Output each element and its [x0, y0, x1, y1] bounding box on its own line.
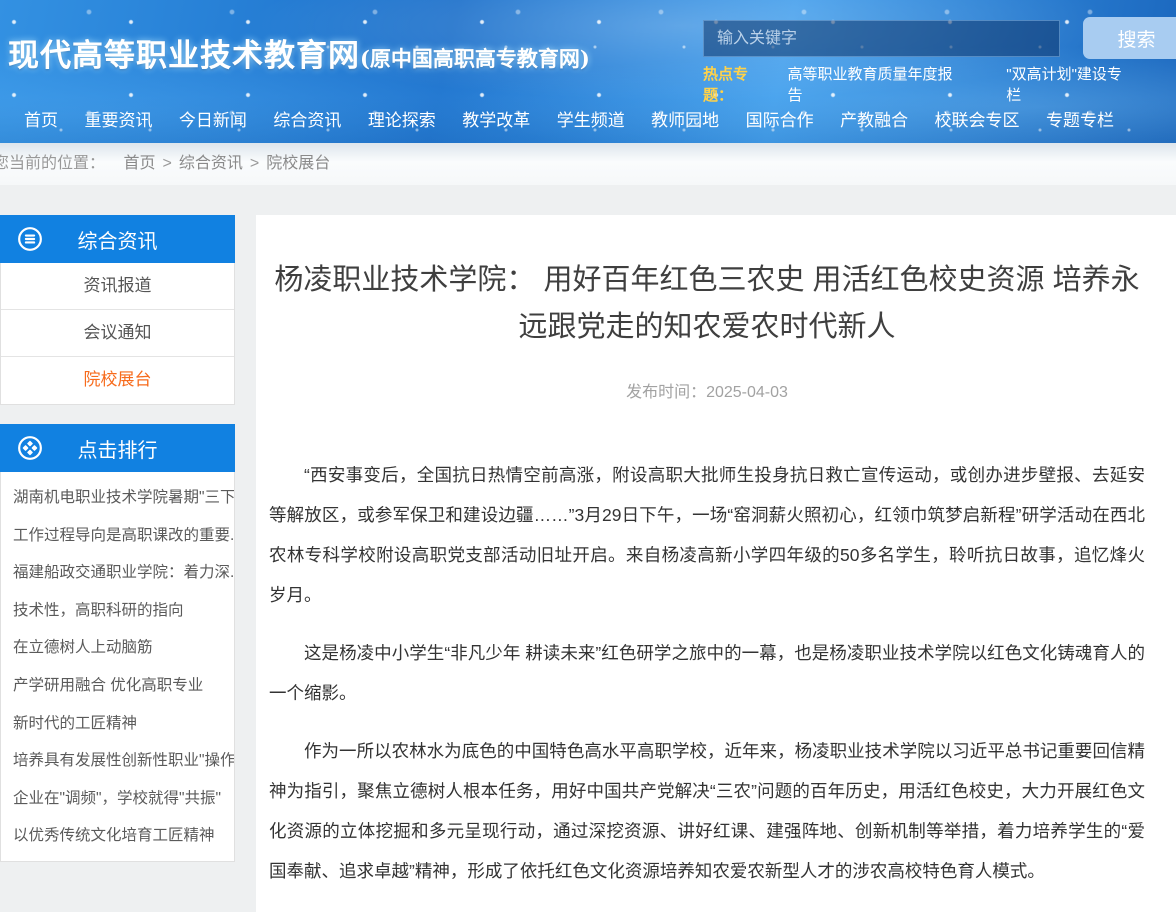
nav-item[interactable]: 首页 — [24, 106, 58, 131]
ranking-list-item[interactable]: 湖南机电职业技术学院暑期"三下... — [1, 479, 234, 517]
ranking-list-item[interactable]: 产学研用融合 优化高职专业 — [1, 667, 234, 705]
nav-item[interactable]: 重要资讯 — [84, 106, 152, 131]
breadcrumb-link[interactable]: 院校展台 — [266, 155, 330, 172]
article-paragraph: 这是杨凌中小学生“非凡少年 耕读未来”红色研学之旅中的一幕，也是杨凌职业技术学院… — [269, 633, 1145, 713]
site-logo-main: 现代高等职业技术教育网 — [8, 38, 360, 74]
article-publish-date: 发布时间：2025-04-03 — [269, 378, 1145, 402]
sidebar-menu-item[interactable]: 院校展台 — [1, 357, 234, 404]
sidebar-category-header: 综合资讯 — [0, 215, 235, 263]
sidebar: 综合资讯 资讯报道会议通知院校展台 点击排行 — [0, 215, 235, 881]
ranking-list-item[interactable]: 技术性，高职科研的指向 — [1, 592, 234, 630]
list-circle-icon — [17, 226, 43, 252]
sidebar-ranking-panel: 点击排行 湖南机电职业技术学院暑期"三下...工作过程导向是高职课改的重要...… — [0, 424, 235, 862]
nav-item[interactable]: 国际合作 — [746, 106, 814, 131]
sidebar-menu-item[interactable]: 会议通知 — [1, 310, 234, 357]
sidebar-category-panel: 综合资讯 资讯报道会议通知院校展台 — [0, 215, 235, 405]
breadcrumb-separator: > — [162, 155, 171, 172]
nav-item[interactable]: 产教融合 — [840, 106, 908, 131]
search-button[interactable]: 搜索 — [1083, 17, 1176, 59]
breadcrumb-separator: > — [250, 155, 259, 172]
sidebar-menu-item[interactable]: 资讯报道 — [1, 263, 234, 310]
nav-item[interactable]: 专题专栏 — [1046, 106, 1114, 131]
article-title: 杨凌职业技术学院： 用好百年红色三农史 用活红色校史资源 培养永远跟党走的知农爱… — [269, 257, 1145, 351]
ranking-list-item[interactable]: 在立德树人上动脑筋 — [1, 629, 234, 667]
nav-item[interactable]: 学生频道 — [557, 106, 625, 131]
ranking-list-item[interactable]: 福建船政交通职业学院：着力深... — [1, 554, 234, 592]
site-header: 现代高等职业技术教育网(原中国高职高专教育网) 搜索 热点专题： 高等职业教育质… — [0, 0, 1176, 143]
sidebar-category-list: 资讯报道会议通知院校展台 — [0, 263, 235, 405]
site-logo: 现代高等职业技术教育网(原中国高职高专教育网) — [8, 30, 590, 75]
search-input[interactable] — [703, 20, 1060, 57]
nav-item[interactable]: 理论探索 — [368, 106, 436, 131]
sidebar-ranking-header: 点击排行 — [0, 424, 235, 472]
page-body: 综合资讯 资讯报道会议通知院校展台 点击排行 — [0, 185, 1176, 912]
ranking-list-item[interactable]: 新时代的工匠精神 — [1, 705, 234, 743]
ranking-list-item[interactable]: 工作过程导向是高职课改的重要... — [1, 517, 234, 555]
diamond-circle-icon — [17, 435, 43, 461]
article-paragraph: “西安事变后，全国抗日热情空前高涨，附设高职大批师生投身抗日救亡宣传运动，或创办… — [269, 455, 1145, 615]
ranking-list: 湖南机电职业技术学院暑期"三下...工作过程导向是高职课改的重要...福建船政交… — [1, 472, 234, 861]
sidebar-ranking-title: 点击排行 — [78, 434, 158, 463]
ranking-list-item[interactable]: 以优秀传统文化培育工匠精神 — [1, 817, 234, 855]
breadcrumb-label: 您当前的位置： — [0, 155, 105, 172]
site-logo-sub: (原中国高职高专教育网) — [360, 46, 590, 71]
nav-item[interactable]: 综合资讯 — [273, 106, 341, 131]
article-body: “西安事变后，全国抗日热情空前高涨，附设高职大批师生投身抗日救亡宣传运动，或创办… — [269, 455, 1145, 912]
nav-item[interactable]: 今日新闻 — [179, 106, 247, 131]
breadcrumb: 您当前的位置： 首页 > 综合资讯 > 院校展台 — [0, 143, 1176, 185]
breadcrumb-link[interactable]: 综合资讯 — [179, 155, 243, 172]
nav-item[interactable]: 校联会专区 — [935, 106, 1020, 131]
article-paragraph: 作为一所以农林水为底色的中国特色高水平高职学校，近年来，杨凌职业技术学院以习近平… — [269, 731, 1145, 891]
nav-item[interactable]: 教学改革 — [462, 106, 530, 131]
ranking-list-item[interactable]: 培养具有发展性创新性职业"操作... — [1, 742, 234, 780]
article-panel: 杨凌职业技术学院： 用好百年红色三农史 用活红色校史资源 培养永远跟党走的知农爱… — [256, 215, 1176, 912]
nav-item[interactable]: 教师园地 — [651, 106, 719, 131]
main-nav: 首页 重要资讯 今日新闻 综合资讯 理论探索 教学改革 学生频道 教师园地 国际合作 产教融合 校联… — [0, 97, 1176, 143]
sidebar-category-title: 综合资讯 — [78, 225, 158, 254]
breadcrumb-link[interactable]: 首页 — [123, 155, 155, 172]
ranking-list-item[interactable]: 企业在"调频"，学校就得"共振" — [1, 780, 234, 818]
